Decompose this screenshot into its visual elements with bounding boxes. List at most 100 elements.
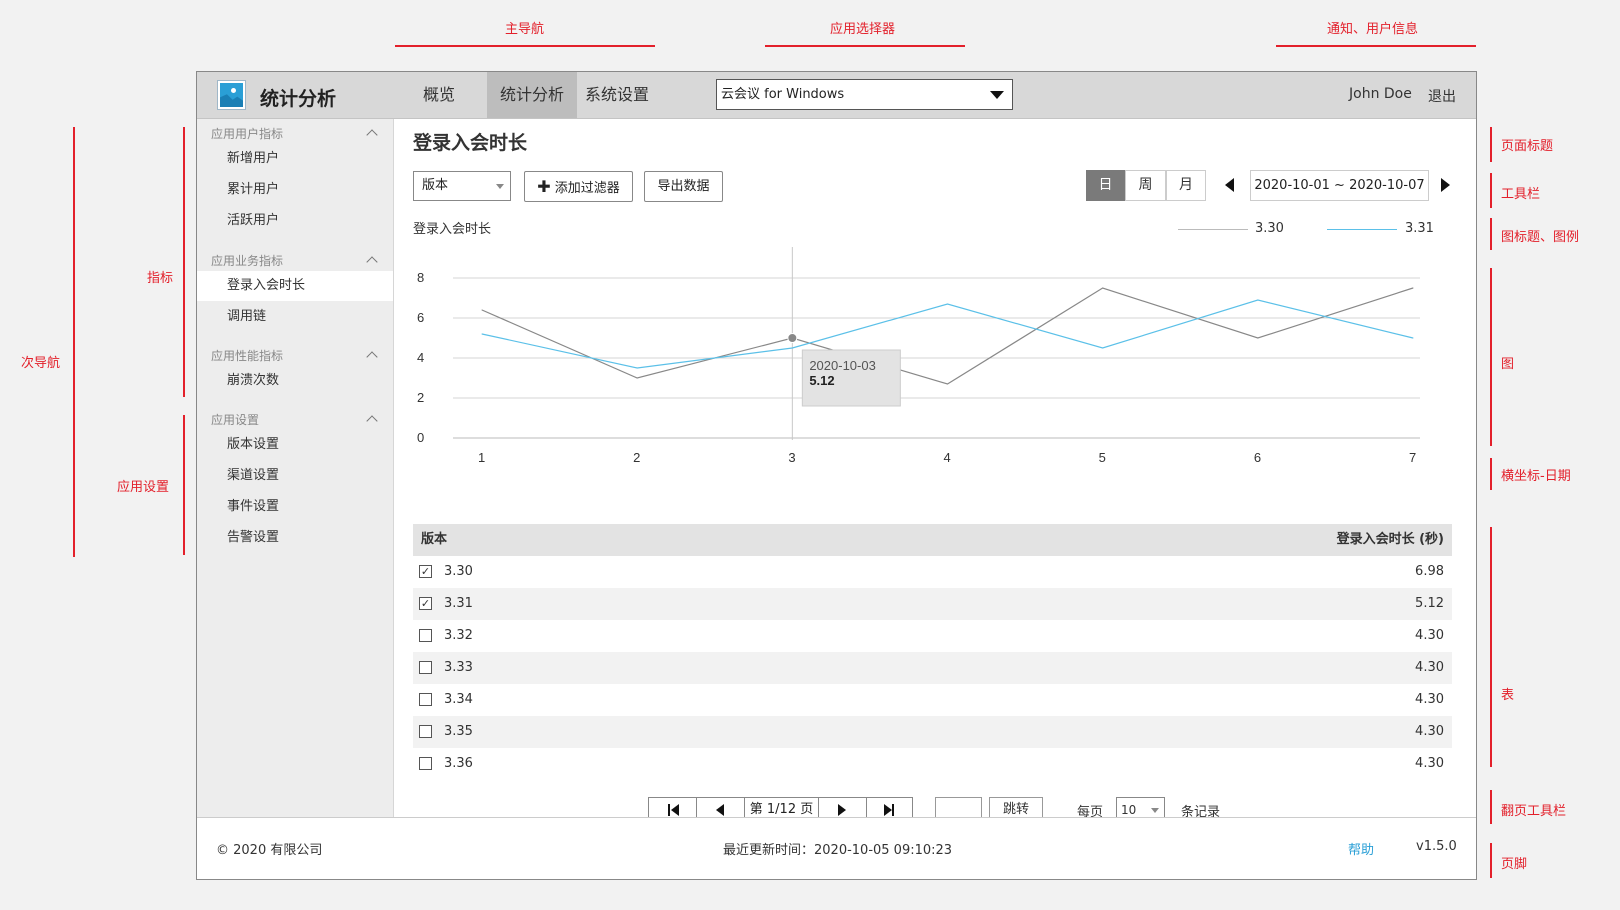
anno-footer-line [1490,843,1492,878]
sidebar-item-alert-settings[interactable]: 告警设置 [197,523,393,553]
version-select-value: 版本 [422,178,449,193]
y-tick-label: 6 [417,310,424,325]
cell-version: 3.32 [444,628,473,643]
hover-marker [787,333,798,343]
row-checkbox[interactable] [419,725,432,738]
anno-chart-title-legend-line [1490,218,1492,250]
table-row[interactable]: 3.36 4.30 [413,748,1452,780]
chevron-up-icon[interactable] [366,256,378,268]
chevron-up-icon[interactable] [366,129,378,141]
sidebar-item-event-settings[interactable]: 事件设置 [197,492,393,522]
footer: © 2020 有限公司 最近更新时间：2020-10-05 09:10:23 帮… [197,817,1476,879]
prev-range-icon[interactable] [1225,178,1234,192]
table-row[interactable]: 3.34 4.30 [413,684,1452,716]
chevron-up-icon[interactable] [366,351,378,363]
cell-value: 4.30 [1415,692,1444,707]
chevron-up-icon[interactable] [366,415,378,427]
last-updated: 最近更新时间：2020-10-05 09:10:23 [723,843,953,858]
plus-icon: ✚ [537,177,551,196]
sidebar-item-active-users[interactable]: 活跃用户 [197,206,393,236]
date-range[interactable]: 2020-10-01 ~ 2020-10-07 [1250,170,1429,201]
sidebar-item-crashes[interactable]: 崩溃次数 [197,366,393,396]
table-header: 版本 登录入会时长 (秒) [413,524,1452,556]
row-checkbox[interactable] [419,629,432,642]
anno-chart-title-legend: 图标题、图例 [1501,230,1580,245]
sidebar: 应用用户指标 新增用户 累计用户 活跃用户 应用业务指标 登录入会时长 调用链 … [197,119,394,819]
app-selector[interactable]: 云会议 for Windows [716,79,1013,110]
app-window: 统计分析 概览 统计分析 系统设置 云会议 for Windows John D… [196,71,1477,880]
sidebar-group-app-settings[interactable]: 应用设置 [211,411,259,428]
sidebar-group-business-metrics[interactable]: 应用业务指标 [211,252,283,269]
data-point [791,347,793,349]
sidebar-item-version-settings[interactable]: 版本设置 [197,430,393,460]
anno-x-axis: 横坐标-日期 [1501,469,1571,484]
table-row[interactable]: 3.33 4.30 [413,652,1452,684]
cell-version: 3.31 [444,596,473,611]
anno-secondary-nav-line [73,127,75,557]
app-selector-value: 云会议 for Windows [721,87,845,102]
row-checkbox[interactable]: ✓ [419,565,432,578]
tab-statistics[interactable]: 统计分析 [487,72,577,118]
anno-app-selector-line [765,45,965,47]
tab-overview[interactable]: 概览 [411,72,467,118]
data-point [481,333,483,335]
period-month-button[interactable]: 月 [1166,170,1206,201]
next-range-icon[interactable] [1441,178,1450,192]
add-filter-label: 添加过滤器 [554,181,620,196]
cell-value: 5.12 [1415,596,1444,611]
app-version: v1.5.0 [1416,839,1457,854]
sidebar-item-channel-settings[interactable]: 渠道设置 [197,461,393,491]
table-row[interactable]: ✓ 3.31 5.12 [413,588,1452,620]
anno-x-axis-line [1490,458,1492,490]
table-row[interactable]: 3.32 4.30 [413,620,1452,652]
help-link[interactable]: 帮助 [1348,839,1374,858]
cell-value: 6.98 [1415,564,1444,579]
legend-label-330: 3.30 [1255,221,1284,236]
cell-version: 3.36 [444,756,473,771]
sidebar-group-performance-metrics[interactable]: 应用性能指标 [211,347,283,364]
anno-app-settings: 应用设置 [117,480,170,495]
copyright: © 2020 有限公司 [216,843,323,858]
add-filter-button[interactable]: ✚ 添加过滤器 [524,171,633,202]
user-name[interactable]: John Doe [1349,86,1412,102]
period-week-button[interactable]: 周 [1125,170,1166,201]
cell-value: 4.30 [1415,660,1444,675]
period-day-button[interactable]: 日 [1086,170,1125,201]
anno-table-line [1490,527,1492,767]
x-tick-label: 6 [1254,450,1261,465]
y-tick-label: 0 [417,430,424,445]
row-checkbox[interactable] [419,693,432,706]
anno-page-title: 页面标题 [1501,139,1554,154]
sidebar-item-login-duration[interactable]: 登录入会时长 [197,271,393,301]
row-checkbox[interactable]: ✓ [419,597,432,610]
logout-link[interactable]: 退出 [1428,86,1456,106]
cell-value: 4.30 [1415,628,1444,643]
legend-swatch-330 [1178,229,1248,230]
table-row[interactable]: ✓ 3.30 6.98 [413,556,1452,588]
x-tick-label: 4 [944,450,951,465]
x-tick-label: 3 [788,450,795,465]
y-tick-label: 2 [417,390,424,405]
cell-version: 3.35 [444,724,473,739]
anno-page-title-line [1490,127,1492,162]
top-nav-bar: 统计分析 概览 统计分析 系统设置 云会议 for Windows John D… [197,72,1476,119]
row-checkbox[interactable] [419,757,432,770]
table-body: ✓ 3.30 6.98 ✓ 3.31 5.12 3.32 4.30 3.33 4.30 3.34 4.… [413,556,1452,780]
sidebar-item-total-users[interactable]: 累计用户 [197,175,393,205]
anno-notify-user-line [1276,45,1476,47]
last-page-icon [892,804,894,816]
anno-toolbar-line [1490,173,1492,208]
sidebar-item-new-users[interactable]: 新增用户 [197,144,393,174]
row-checkbox[interactable] [419,661,432,674]
anno-pager-line [1490,790,1492,824]
sidebar-group-user-metrics[interactable]: 应用用户指标 [211,125,283,142]
export-button[interactable]: 导出数据 [644,171,723,202]
tooltip-date: 2020-10-03 [809,358,876,373]
sidebar-item-call-chain[interactable]: 调用链 [197,302,393,332]
first-page-arrow-icon [671,804,679,816]
version-select[interactable]: 版本 [413,171,511,201]
tab-system-settings[interactable]: 系统设置 [577,72,657,118]
table-row[interactable]: 3.35 4.30 [413,716,1452,748]
anno-main-nav: 主导航 [505,22,545,37]
anno-chart: 图 [1501,357,1515,372]
